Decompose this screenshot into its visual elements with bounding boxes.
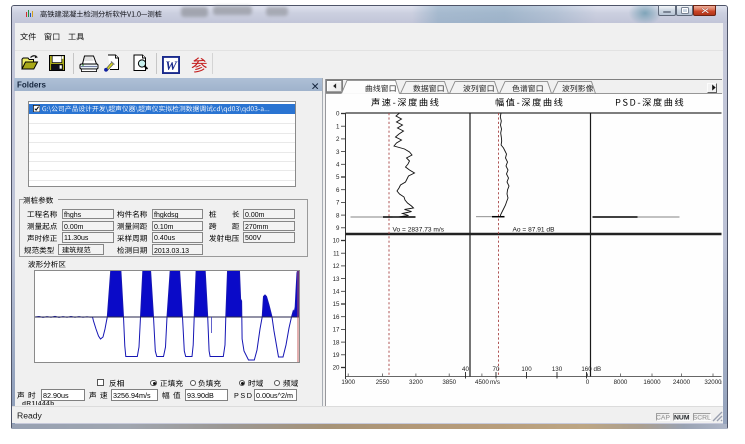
svg-text:9: 9: [336, 225, 340, 232]
svg-text:100: 100: [521, 366, 532, 373]
svg-text:13: 13: [332, 276, 339, 283]
svg-text:93.90dB: 93.90dB: [187, 391, 214, 400]
svg-text:17: 17: [332, 327, 339, 334]
svg-text:12: 12: [332, 263, 339, 270]
svg-text:0.00m: 0.00m: [64, 224, 84, 230]
svg-text:CAP: CAP: [656, 415, 670, 421]
svg-text:m/s: m/s: [490, 379, 500, 386]
svg-text:270mm: 270mm: [245, 224, 269, 230]
svg-text:dB: dB: [593, 366, 601, 373]
svg-text:3256.94m/s: 3256.94m/s: [113, 391, 151, 400]
svg-text:4: 4: [336, 162, 340, 169]
svg-text:14: 14: [332, 289, 339, 296]
svg-text:6: 6: [336, 187, 340, 194]
svg-text:16000: 16000: [643, 379, 661, 386]
svg-text:0.10m: 0.10m: [154, 224, 174, 230]
svg-text:2013.03.13: 2013.03.13: [154, 248, 189, 254]
svg-text:Ao = 87.91 dB: Ao = 87.91 dB: [512, 227, 555, 234]
svg-text:0.00us^2/m: 0.00us^2/m: [256, 391, 293, 400]
svg-text:0: 0: [336, 111, 340, 118]
svg-text:W: W: [165, 58, 178, 73]
svg-text:2550: 2550: [375, 379, 389, 386]
svg-text:0.40us: 0.40us: [154, 235, 176, 241]
svg-text:24000: 24000: [672, 379, 690, 386]
svg-text:fhgkdsg: fhgkdsg: [154, 212, 179, 218]
svg-text:7: 7: [336, 200, 340, 207]
svg-text:10: 10: [332, 238, 339, 245]
svg-text:20: 20: [332, 365, 339, 372]
svg-text:3: 3: [336, 149, 340, 156]
svg-text:11.30us: 11.30us: [64, 235, 89, 241]
svg-text:160: 160: [581, 366, 592, 373]
svg-text:4500: 4500: [475, 379, 489, 386]
svg-text:0: 0: [585, 379, 589, 386]
svg-text:500V: 500V: [245, 235, 262, 241]
svg-text:5: 5: [336, 174, 340, 181]
svg-text:1: 1: [336, 123, 340, 130]
svg-text:11: 11: [333, 250, 340, 257]
svg-text:2: 2: [336, 136, 340, 143]
svg-text:70: 70: [492, 366, 499, 373]
svg-text:PSD: PSD: [234, 391, 252, 400]
svg-text:16: 16: [332, 314, 339, 321]
svg-text:19: 19: [332, 352, 339, 359]
svg-text:18: 18: [332, 339, 339, 346]
svg-text:8000: 8000: [613, 379, 627, 386]
svg-text:3200: 3200: [409, 379, 423, 386]
svg-text:82.90us: 82.90us: [43, 391, 69, 400]
svg-text:8: 8: [336, 212, 340, 219]
svg-text:Vo = 2837.73 m/s: Vo = 2837.73 m/s: [392, 227, 444, 234]
svg-text:fhghs: fhghs: [64, 212, 82, 218]
svg-text:40: 40: [462, 366, 469, 373]
svg-text:SCRL: SCRL: [693, 415, 711, 421]
svg-text:1900: 1900: [341, 379, 355, 386]
svg-text:130: 130: [551, 366, 562, 373]
svg-text:Ready: Ready: [17, 411, 43, 421]
svg-text:0.00m: 0.00m: [245, 212, 265, 218]
svg-text:NUM: NUM: [674, 415, 690, 421]
svg-text:Folders: Folders: [17, 81, 46, 90]
svg-text:15: 15: [332, 301, 339, 308]
svg-text:3850: 3850: [442, 379, 456, 386]
svg-text:u: u: [720, 380, 723, 386]
